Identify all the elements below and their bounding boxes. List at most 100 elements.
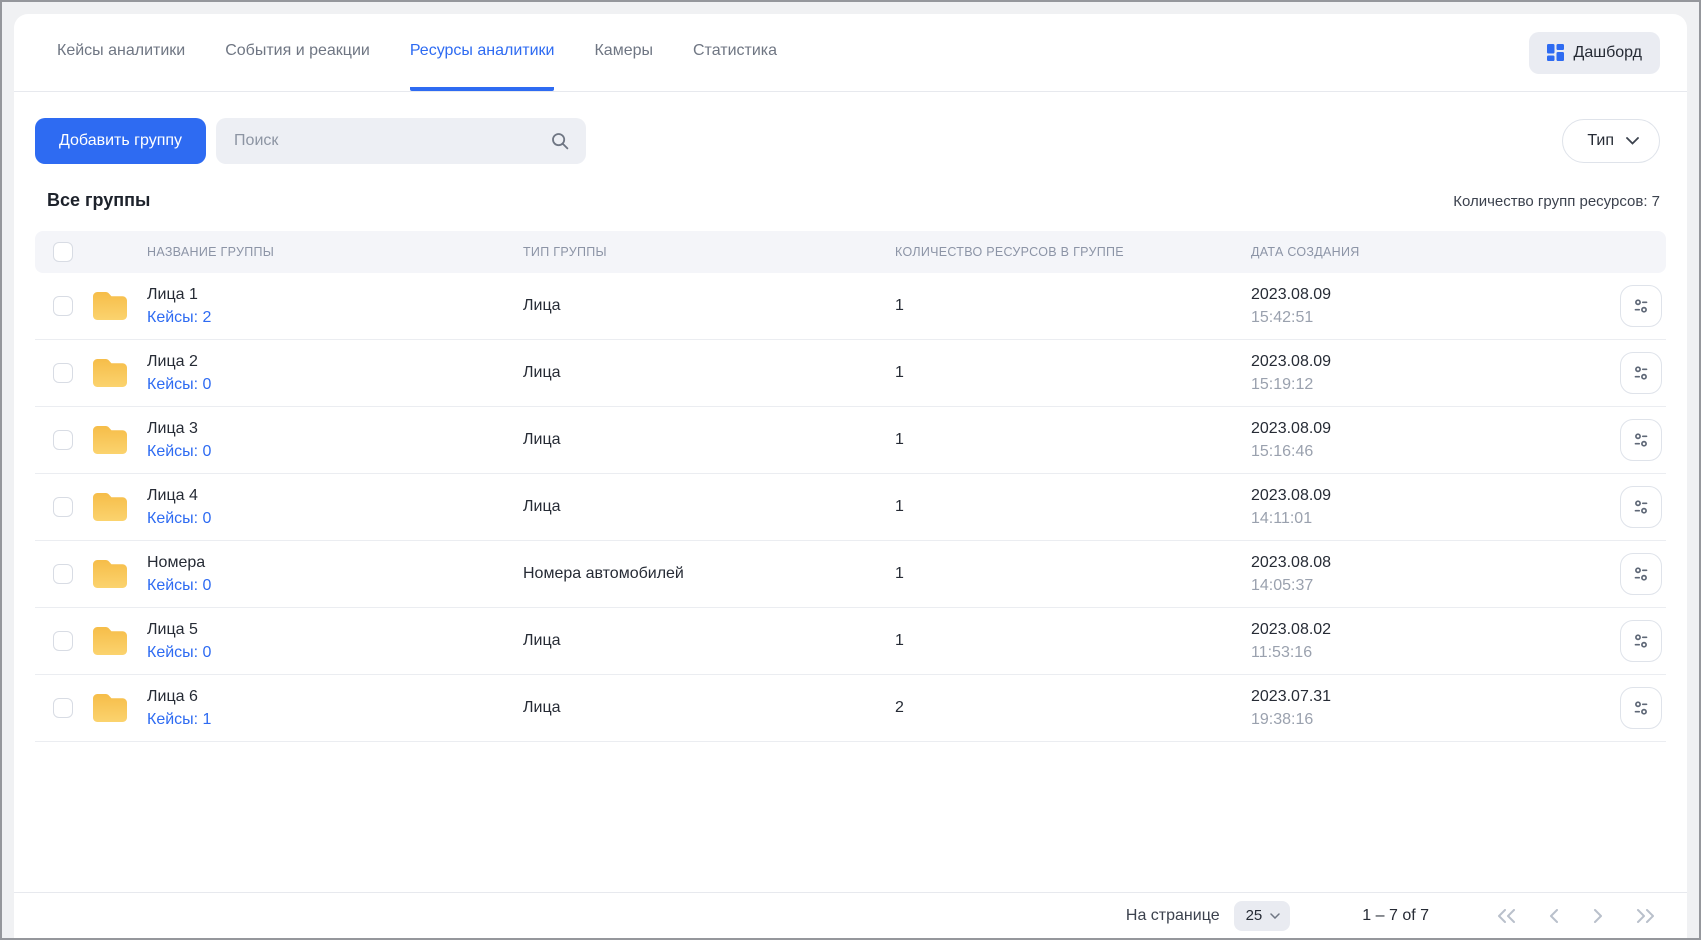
row-checkbox[interactable] — [53, 296, 73, 316]
creation-date: 2023.08.09 — [1251, 350, 1590, 373]
resource-count: 1 — [895, 498, 1251, 516]
dashboard-button[interactable]: Дашборд — [1529, 32, 1661, 74]
sliders-icon — [1631, 430, 1651, 450]
table-row: Лица 2 Кейсы: 0 Лица 1 2023.08.09 15:19:… — [35, 340, 1666, 407]
table-row: Лица 4 Кейсы: 0 Лица 1 2023.08.09 14:11:… — [35, 474, 1666, 541]
pager-controls — [1495, 909, 1657, 923]
groups-count-label: Количество групп ресурсов: 7 — [1453, 193, 1660, 210]
group-name: Номера — [147, 551, 523, 574]
group-name: Лица 4 — [147, 484, 523, 507]
row-checkbox[interactable] — [53, 430, 73, 450]
sliders-icon — [1631, 497, 1651, 517]
tab-bar: Кейсы аналитики События и реакции Ресурсы … — [14, 14, 1687, 92]
toolbar: Добавить группу Тип — [14, 92, 1687, 164]
cases-link[interactable]: Кейсы: 0 — [147, 644, 211, 661]
previous-page-button[interactable] — [1547, 909, 1561, 923]
creation-date: 2023.08.02 — [1251, 618, 1590, 641]
search-icon — [550, 131, 570, 151]
dashboard-grid-icon — [1547, 44, 1564, 61]
creation-date: 2023.08.09 — [1251, 484, 1590, 507]
creation-time: 15:19:12 — [1251, 373, 1590, 396]
group-name: Лица 1 — [147, 283, 523, 306]
sliders-icon — [1631, 564, 1651, 584]
content-card: Кейсы аналитики События и реакции Ресурсы … — [14, 14, 1687, 938]
group-type: Номера автомобилей — [523, 565, 895, 583]
next-page-button[interactable] — [1591, 909, 1605, 923]
search-input[interactable] — [216, 118, 586, 164]
folder-icon — [91, 357, 129, 389]
table-row: Номера Кейсы: 0 Номера автомобилей 1 202… — [35, 541, 1666, 608]
group-name: Лица 2 — [147, 350, 523, 373]
cases-link[interactable]: Кейсы: 2 — [147, 309, 211, 326]
window-frame: Кейсы аналитики События и реакции Ресурсы … — [0, 0, 1701, 940]
row-settings-button[interactable] — [1620, 486, 1662, 528]
groups-table: НАЗВАНИЕ ГРУППЫ ТИП ГРУППЫ КОЛИЧЕСТВО РЕ… — [14, 231, 1687, 742]
first-page-button[interactable] — [1495, 909, 1517, 923]
creation-date: 2023.08.09 — [1251, 283, 1590, 306]
table-row: Лица 6 Кейсы: 1 Лица 2 2023.07.31 19:38:… — [35, 675, 1666, 742]
tab-1[interactable]: Кейсы аналитики — [57, 14, 185, 91]
row-settings-button[interactable] — [1620, 687, 1662, 729]
group-type: Лица — [523, 498, 895, 516]
group-type: Лица — [523, 364, 895, 382]
add-group-button[interactable]: Добавить группу — [35, 118, 206, 164]
cases-link[interactable]: Кейсы: 0 — [147, 577, 211, 594]
per-page-select[interactable]: 25 — [1234, 901, 1291, 931]
search-box — [216, 118, 586, 164]
header-group-name: НАЗВАНИЕ ГРУППЫ — [147, 245, 523, 259]
folder-icon — [91, 424, 129, 456]
creation-date: 2023.08.09 — [1251, 417, 1590, 440]
creation-time: 14:05:37 — [1251, 574, 1590, 597]
group-name: Лица 3 — [147, 417, 523, 440]
cases-link[interactable]: Кейсы: 0 — [147, 443, 211, 460]
tab-3[interactable]: Ресурсы аналитики — [410, 14, 555, 91]
pagination-bar: На странице 25 1 – 7 of 7 — [14, 892, 1687, 938]
row-checkbox[interactable] — [53, 698, 73, 718]
sliders-icon — [1631, 631, 1651, 651]
header-resource-count: КОЛИЧЕСТВО РЕСУРСОВ В ГРУППЕ — [895, 245, 1251, 259]
per-page-label: На странице — [1126, 907, 1220, 925]
table-body: Лица 1 Кейсы: 2 Лица 1 2023.08.09 15:42:… — [35, 273, 1666, 742]
chevron-down-icon — [1270, 913, 1280, 919]
chevron-right-icon — [1591, 909, 1605, 923]
row-checkbox[interactable] — [53, 631, 73, 651]
row-checkbox[interactable] — [53, 497, 73, 517]
dashboard-button-label: Дашборд — [1574, 44, 1643, 62]
sliders-icon — [1631, 698, 1651, 718]
table-row: Лица 1 Кейсы: 2 Лица 1 2023.08.09 15:42:… — [35, 273, 1666, 340]
row-settings-button[interactable] — [1620, 352, 1662, 394]
table-header-row: НАЗВАНИЕ ГРУППЫ ТИП ГРУППЫ КОЛИЧЕСТВО РЕ… — [35, 231, 1666, 273]
header-group-type: ТИП ГРУППЫ — [523, 245, 895, 259]
tab-2[interactable]: События и реакции — [225, 14, 370, 91]
group-type: Лица — [523, 632, 895, 650]
row-settings-button[interactable] — [1620, 620, 1662, 662]
tab-4[interactable]: Камеры — [594, 14, 653, 91]
double-chevron-right-icon — [1635, 909, 1657, 923]
row-settings-button[interactable] — [1620, 419, 1662, 461]
table-row: Лица 5 Кейсы: 0 Лица 1 2023.08.02 11:53:… — [35, 608, 1666, 675]
creation-time: 19:38:16 — [1251, 708, 1590, 731]
row-checkbox[interactable] — [53, 564, 73, 584]
select-all-checkbox[interactable] — [53, 242, 73, 262]
cases-link[interactable]: Кейсы: 1 — [147, 711, 211, 728]
cases-link[interactable]: Кейсы: 0 — [147, 510, 211, 527]
type-filter-dropdown[interactable]: Тип — [1562, 119, 1660, 163]
group-name: Лица 5 — [147, 618, 523, 641]
tab-5[interactable]: Статистика — [693, 14, 777, 91]
resource-count: 1 — [895, 364, 1251, 382]
resource-count: 1 — [895, 632, 1251, 650]
group-name: Лица 6 — [147, 685, 523, 708]
folder-icon — [91, 692, 129, 724]
creation-time: 15:42:51 — [1251, 306, 1590, 329]
section-head: Все группы Количество групп ресурсов: 7 — [14, 164, 1687, 231]
row-settings-button[interactable] — [1620, 553, 1662, 595]
group-type: Лица — [523, 297, 895, 315]
row-checkbox[interactable] — [53, 363, 73, 383]
header-created: ДАТА СОЗДАНИЯ — [1251, 245, 1590, 259]
cases-link[interactable]: Кейсы: 0 — [147, 376, 211, 393]
last-page-button[interactable] — [1635, 909, 1657, 923]
page-range-label: 1 – 7 of 7 — [1362, 907, 1429, 925]
chevron-down-icon — [1626, 137, 1639, 145]
row-settings-button[interactable] — [1620, 285, 1662, 327]
double-chevron-left-icon — [1495, 909, 1517, 923]
